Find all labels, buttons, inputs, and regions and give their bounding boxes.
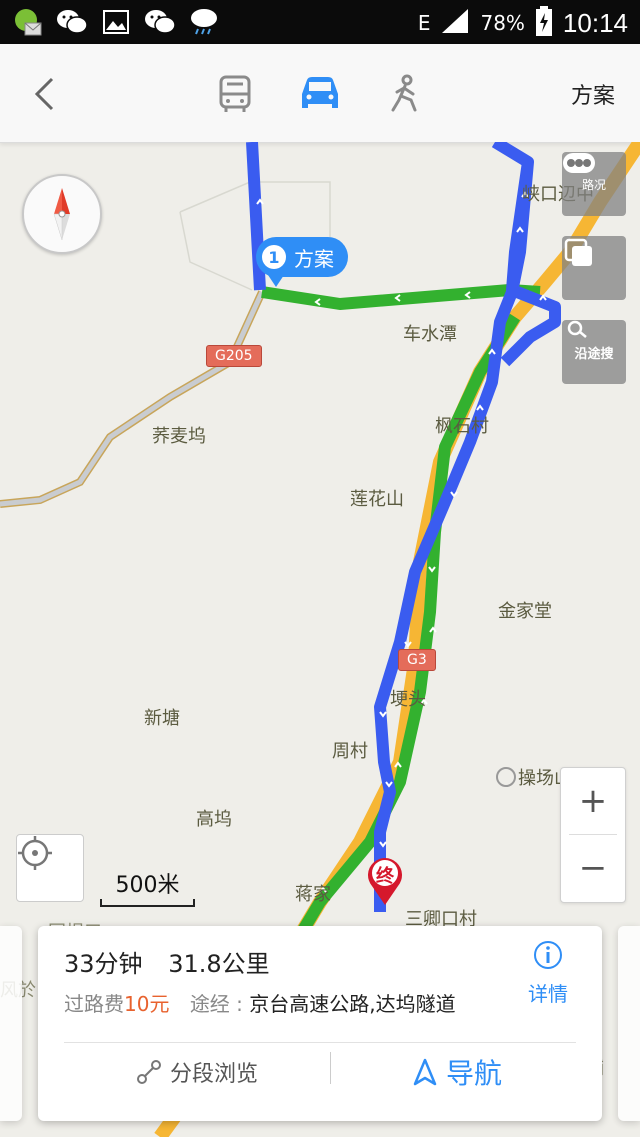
traffic-light-icon (563, 153, 595, 173)
zoom-in-button[interactable]: + (561, 768, 625, 834)
bus-icon (219, 75, 251, 112)
details-button[interactable]: 详情 (518, 940, 578, 1007)
navigate-button[interactable]: 导航 (412, 1052, 502, 1092)
crosshair-icon (18, 836, 52, 870)
route-plan-badge[interactable]: 1 方案 (256, 237, 348, 287)
via-value: 京台高速公路,达坞隧道 (249, 992, 456, 1016)
chevron-left-icon (34, 77, 54, 111)
route-summary: 33分钟 31.8公里 (64, 944, 288, 979)
segment-browse-button[interactable]: 分段浏览 (136, 1056, 258, 1088)
place-jinjiatang: 金家堂 (498, 601, 552, 622)
navigate-label: 导航 (446, 1057, 503, 1090)
place-cheshuitan: 车水潭 (403, 324, 457, 345)
mail-notification-icon (12, 6, 44, 38)
via-label: 途经 : (189, 992, 243, 1016)
details-label: 详情 (528, 982, 568, 1006)
navigation-arrow-icon (413, 1058, 437, 1086)
walking-icon (391, 74, 417, 112)
walk-mode-button[interactable] (381, 70, 429, 118)
wechat-icon (56, 6, 88, 38)
weather-rain-icon (188, 6, 220, 38)
place-xintang: 新塘 (144, 708, 180, 729)
signal-icon (440, 7, 470, 39)
place-zhoucun: 周村 (332, 741, 368, 762)
locate-me-button[interactable] (16, 834, 84, 902)
along-route-label: 沿途搜 (574, 346, 614, 362)
place-jiangjia: 蒋家 (295, 884, 331, 905)
battery-charging-icon (535, 6, 553, 40)
place-fengshicun: 枫石村 (435, 416, 489, 437)
bus-mode-button[interactable] (211, 70, 259, 118)
along-route-search-button[interactable]: 沿途搜 (562, 320, 626, 384)
place-qiaomaiwu: 荞麦坞 (152, 426, 206, 447)
route-duration: 33分钟 (64, 950, 143, 978)
route-summary-card: 33分钟 31.8公里 过路费10元 途经 : 京台高速公路,达坞隧道 详情 分… (38, 926, 602, 1121)
back-button[interactable] (24, 72, 64, 116)
traffic-label: 路况 (581, 177, 606, 192)
place-gaowu: 高坞 (196, 809, 232, 830)
destination-marker[interactable]: 终 (364, 854, 406, 906)
destination-label: 终 (376, 866, 394, 887)
search-icon (567, 320, 587, 338)
layers-button[interactable] (562, 236, 626, 300)
scale-label: 500米 (115, 873, 180, 898)
compass-needle-icon (53, 188, 70, 241)
route-badge-label: 方案 (294, 246, 334, 271)
layers-icon (564, 238, 592, 266)
toll-via-row: 过路费10元 途经 : 京台高速公路,达坞隧道 (64, 988, 456, 1017)
highway-shield-g3: G3 (398, 649, 436, 671)
battery-percent: 78% (480, 11, 525, 35)
plan-button[interactable]: 方案 (571, 78, 615, 110)
car-icon (302, 77, 338, 108)
card-divider (64, 1042, 576, 1043)
poi-marker-icon (496, 767, 516, 787)
info-icon (534, 941, 562, 969)
route-segments-icon (137, 1060, 161, 1084)
status-bar: E 78% 10:14 (0, 0, 640, 44)
segment-browse-label: 分段浏览 (170, 1062, 259, 1087)
highway-shield-g205: G205 (206, 345, 262, 367)
network-type: E (417, 11, 431, 35)
scale-line (100, 899, 195, 907)
route-toolbar: 方案 (0, 44, 640, 143)
place-lianhuashan: 莲花山 (350, 489, 404, 510)
wechat-icon-2 (144, 6, 176, 38)
action-divider (330, 1052, 331, 1084)
toll-label: 过路费 (64, 992, 124, 1016)
zoom-controls: + − (560, 767, 626, 903)
image-icon (100, 6, 132, 38)
traffic-button[interactable]: 路况 (562, 152, 626, 216)
prev-plan-card[interactable] (0, 926, 22, 1121)
place-gengtou: 埂头 (390, 689, 426, 710)
toll-value: 10元 (124, 992, 170, 1016)
route-number: 1 (262, 245, 286, 269)
compass-button[interactable] (22, 174, 102, 254)
scale-bar: 500米 (100, 867, 195, 907)
clock: 10:14 (562, 7, 628, 38)
route-distance: 31.8公里 (168, 950, 270, 978)
zoom-out-button[interactable]: − (561, 835, 625, 901)
car-mode-button[interactable] (296, 70, 344, 118)
next-plan-card[interactable] (618, 926, 640, 1121)
